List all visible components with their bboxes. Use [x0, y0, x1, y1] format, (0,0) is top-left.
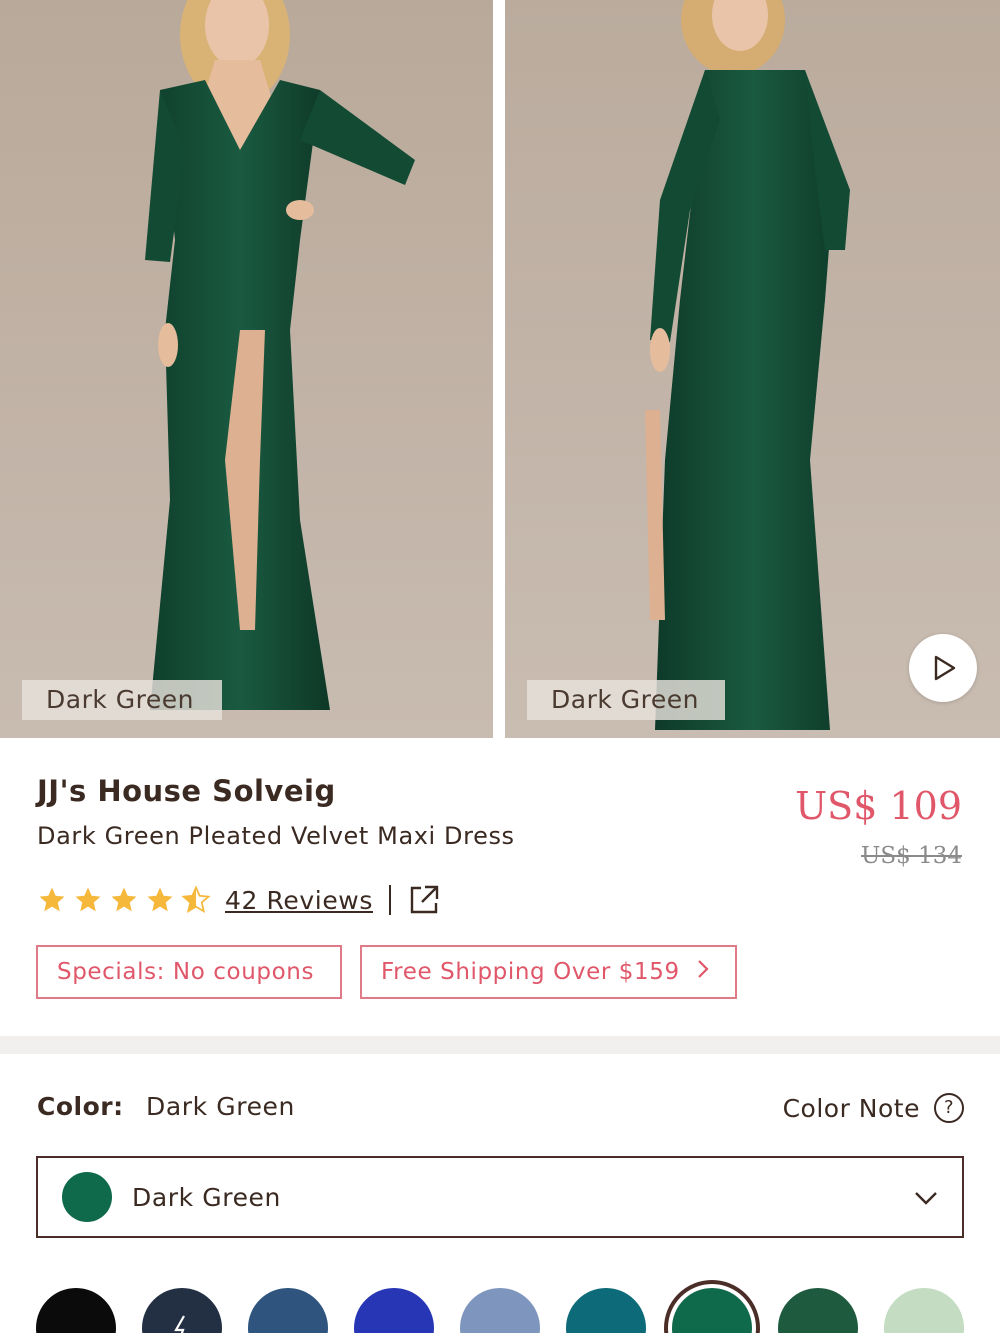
color-dropdown[interactable]: Dark Green	[36, 1156, 964, 1238]
specials-text: Specials: No coupons	[57, 959, 315, 985]
specials-badge: Specials: No coupons	[36, 945, 342, 999]
dress-back-image	[505, 0, 1000, 738]
color-swatch-list	[0, 1280, 1000, 1333]
rating-row: 42 Reviews	[37, 880, 441, 920]
color-swatch[interactable]	[778, 1288, 858, 1333]
star-half-icon	[181, 885, 211, 914]
chevron-right-icon	[697, 960, 709, 978]
selected-color-dot	[62, 1172, 112, 1222]
color-swatch[interactable]	[460, 1288, 540, 1333]
star-full-icon	[39, 887, 65, 912]
original-price: US$ 134	[861, 843, 962, 869]
color-dropdown-value: Dark Green	[132, 1182, 281, 1212]
star-full-icon	[147, 887, 173, 912]
color-swatch[interactable]	[248, 1288, 328, 1333]
product-photo-back[interactable]: Dark Green	[505, 0, 1000, 738]
color-note-button[interactable]: Color Note ?	[783, 1090, 964, 1126]
free-shipping-button[interactable]: Free Shipping Over $159	[360, 945, 737, 999]
section-divider	[0, 1036, 1000, 1054]
color-label: Color:	[37, 1092, 124, 1121]
current-price: US$ 109	[795, 784, 962, 828]
rating-divider	[388, 885, 391, 915]
image-color-label: Dark Green	[22, 680, 222, 720]
selected-color-name: Dark Green	[146, 1092, 295, 1121]
product-photo-front[interactable]: Dark Green	[0, 0, 493, 738]
external-link-icon[interactable]	[407, 883, 441, 917]
color-swatch[interactable]	[566, 1288, 646, 1333]
chevron-down-icon	[915, 1192, 937, 1205]
image-color-label: Dark Green	[527, 680, 725, 720]
product-name: Dark Green Pleated Velvet Maxi Dress	[37, 822, 515, 850]
lightning-icon	[174, 1315, 185, 1333]
product-brand: JJ's House Solveig	[37, 774, 336, 808]
star-full-icon	[111, 887, 137, 912]
question-icon: ?	[934, 1093, 964, 1123]
play-icon	[934, 655, 956, 681]
dress-front-image	[0, 0, 493, 738]
play-video-button[interactable]	[909, 634, 977, 702]
rating-stars	[37, 885, 211, 915]
product-gallery[interactable]: Dark Green Dark Green	[0, 0, 1000, 738]
color-swatch[interactable]	[36, 1288, 116, 1333]
star-full-icon	[75, 887, 101, 912]
reviews-link[interactable]: 42 Reviews	[225, 886, 373, 915]
free-shipping-text: Free Shipping Over $159	[381, 959, 680, 985]
color-note-label: Color Note	[782, 1093, 920, 1123]
color-swatch[interactable]	[142, 1288, 222, 1333]
color-swatch[interactable]	[884, 1288, 964, 1333]
color-swatch[interactable]	[354, 1288, 434, 1333]
